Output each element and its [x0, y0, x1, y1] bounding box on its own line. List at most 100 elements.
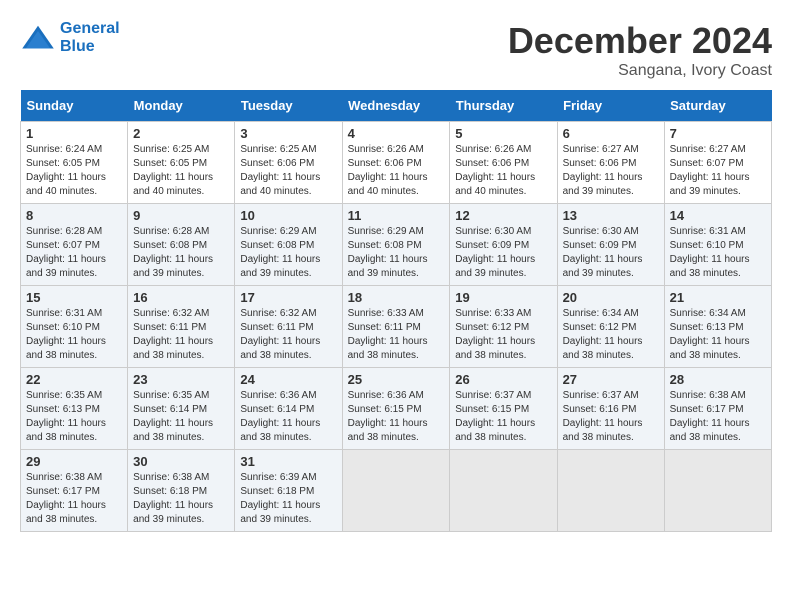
- day-number: 16: [133, 290, 229, 305]
- header-sunday: Sunday: [21, 90, 128, 122]
- calendar-week-5: 29 Sunrise: 6:38 AMSunset: 6:17 PMDayligh…: [21, 450, 772, 532]
- calendar-cell: 2 Sunrise: 6:25 AMSunset: 6:05 PMDaylight…: [128, 122, 235, 204]
- calendar-cell: 10 Sunrise: 6:29 AMSunset: 6:08 PMDayligh…: [235, 204, 342, 286]
- calendar-cell: 21Sunrise: 6:34 AMSunset: 6:13 PMDayligh…: [664, 286, 771, 368]
- day-info: Sunrise: 6:33 AMSunset: 6:11 PMDaylight:…: [348, 307, 445, 363]
- day-number: 8: [26, 208, 122, 223]
- day-info: Sunrise: 6:36 AMSunset: 6:15 PMDaylight:…: [348, 389, 445, 445]
- day-info: Sunrise: 6:28 AMSunset: 6:08 PMDaylight:…: [133, 225, 229, 281]
- calendar-cell: 11Sunrise: 6:29 AMSunset: 6:08 PMDayligh…: [342, 204, 450, 286]
- day-number: 12: [455, 208, 551, 223]
- day-info: Sunrise: 6:35 AMSunset: 6:13 PMDaylight:…: [26, 389, 122, 445]
- calendar-cell: [557, 450, 664, 532]
- day-info: Sunrise: 6:29 AMSunset: 6:08 PMDaylight:…: [348, 225, 445, 281]
- calendar-cell: 26Sunrise: 6:37 AMSunset: 6:15 PMDayligh…: [450, 368, 557, 450]
- day-info: Sunrise: 6:32 AMSunset: 6:11 PMDaylight:…: [240, 307, 336, 363]
- calendar-cell: 31 Sunrise: 6:39 AMSunset: 6:18 PMDayligh…: [235, 450, 342, 532]
- day-info: Sunrise: 6:30 AMSunset: 6:09 PMDaylight:…: [563, 225, 659, 281]
- calendar-cell: 1 Sunrise: 6:24 AMSunset: 6:05 PMDaylight…: [21, 122, 128, 204]
- calendar-cell: 12 Sunrise: 6:30 AMSunset: 6:09 PMDayligh…: [450, 204, 557, 286]
- header-saturday: Saturday: [664, 90, 771, 122]
- day-info: Sunrise: 6:37 AMSunset: 6:16 PMDaylight:…: [563, 389, 659, 445]
- calendar-cell: 13 Sunrise: 6:30 AMSunset: 6:09 PMDayligh…: [557, 204, 664, 286]
- day-info: Sunrise: 6:38 AMSunset: 6:18 PMDaylight:…: [133, 471, 229, 527]
- header-thursday: Thursday: [450, 90, 557, 122]
- day-number: 14: [670, 208, 766, 223]
- day-info: Sunrise: 6:26 AMSunset: 6:06 PMDaylight:…: [348, 143, 445, 199]
- day-info: Sunrise: 6:24 AMSunset: 6:05 PMDaylight:…: [26, 143, 122, 199]
- title-area: December 2024 Sangana, Ivory Coast: [508, 20, 772, 80]
- calendar-cell: 20Sunrise: 6:34 AMSunset: 6:12 PMDayligh…: [557, 286, 664, 368]
- calendar-cell: 29 Sunrise: 6:38 AMSunset: 6:17 PMDayligh…: [21, 450, 128, 532]
- day-number: 1: [26, 126, 122, 141]
- calendar-cell: 24 Sunrise: 6:36 AMSunset: 6:14 PMDayligh…: [235, 368, 342, 450]
- day-info: Sunrise: 6:35 AMSunset: 6:14 PMDaylight:…: [133, 389, 229, 445]
- day-info: Sunrise: 6:30 AMSunset: 6:09 PMDaylight:…: [455, 225, 551, 281]
- calendar-week-1: 1 Sunrise: 6:24 AMSunset: 6:05 PMDaylight…: [21, 122, 772, 204]
- day-number: 30: [133, 454, 229, 469]
- day-info: Sunrise: 6:29 AMSunset: 6:08 PMDaylight:…: [240, 225, 336, 281]
- logo-text: General Blue: [60, 20, 120, 56]
- calendar-cell: 19 Sunrise: 6:33 AMSunset: 6:12 PMDayligh…: [450, 286, 557, 368]
- day-number: 18: [348, 290, 445, 305]
- day-number: 13: [563, 208, 659, 223]
- calendar-cell: 17Sunrise: 6:32 AMSunset: 6:11 PMDayligh…: [235, 286, 342, 368]
- calendar-cell: 7 Sunrise: 6:27 AMSunset: 6:07 PMDaylight…: [664, 122, 771, 204]
- calendar-week-4: 22 Sunrise: 6:35 AMSunset: 6:13 PMDayligh…: [21, 368, 772, 450]
- day-number: 2: [133, 126, 229, 141]
- day-number: 5: [455, 126, 551, 141]
- calendar-cell: 22 Sunrise: 6:35 AMSunset: 6:13 PMDayligh…: [21, 368, 128, 450]
- day-number: 6: [563, 126, 659, 141]
- calendar-week-2: 8Sunrise: 6:28 AMSunset: 6:07 PMDaylight…: [21, 204, 772, 286]
- day-number: 27: [563, 372, 659, 387]
- day-number: 7: [670, 126, 766, 141]
- day-number: 20: [563, 290, 659, 305]
- calendar-cell: 3Sunrise: 6:25 AMSunset: 6:06 PMDaylight…: [235, 122, 342, 204]
- day-number: 9: [133, 208, 229, 223]
- day-info: Sunrise: 6:31 AMSunset: 6:10 PMDaylight:…: [670, 225, 766, 281]
- day-number: 3: [240, 126, 336, 141]
- logo-icon: [20, 24, 56, 52]
- day-info: Sunrise: 6:38 AMSunset: 6:17 PMDaylight:…: [670, 389, 766, 445]
- day-number: 4: [348, 126, 445, 141]
- day-number: 24: [240, 372, 336, 387]
- header-monday: Monday: [128, 90, 235, 122]
- calendar-cell: 18 Sunrise: 6:33 AMSunset: 6:11 PMDayligh…: [342, 286, 450, 368]
- calendar-cell: 27 Sunrise: 6:37 AMSunset: 6:16 PMDayligh…: [557, 368, 664, 450]
- weekday-header-row: Sunday Monday Tuesday Wednesday Thursday…: [21, 90, 772, 122]
- day-number: 23: [133, 372, 229, 387]
- calendar-cell: 15 Sunrise: 6:31 AMSunset: 6:10 PMDayligh…: [21, 286, 128, 368]
- calendar-cell: 23 Sunrise: 6:35 AMSunset: 6:14 PMDayligh…: [128, 368, 235, 450]
- day-number: 28: [670, 372, 766, 387]
- calendar-cell: 16 Sunrise: 6:32 AMSunset: 6:11 PMDayligh…: [128, 286, 235, 368]
- day-number: 21: [670, 290, 766, 305]
- day-number: 19: [455, 290, 551, 305]
- calendar-cell: 9 Sunrise: 6:28 AMSunset: 6:08 PMDaylight…: [128, 204, 235, 286]
- day-number: 31: [240, 454, 336, 469]
- day-info: Sunrise: 6:31 AMSunset: 6:10 PMDaylight:…: [26, 307, 122, 363]
- month-title: December 2024: [508, 20, 772, 62]
- day-info: Sunrise: 6:26 AMSunset: 6:06 PMDaylight:…: [455, 143, 551, 199]
- day-info: Sunrise: 6:27 AMSunset: 6:07 PMDaylight:…: [670, 143, 766, 199]
- calendar-cell: 14 Sunrise: 6:31 AMSunset: 6:10 PMDayligh…: [664, 204, 771, 286]
- day-info: Sunrise: 6:38 AMSunset: 6:17 PMDaylight:…: [26, 471, 122, 527]
- day-number: 10: [240, 208, 336, 223]
- location: Sangana, Ivory Coast: [508, 62, 772, 80]
- calendar-week-3: 15 Sunrise: 6:31 AMSunset: 6:10 PMDayligh…: [21, 286, 772, 368]
- day-number: 25: [348, 372, 445, 387]
- day-info: Sunrise: 6:39 AMSunset: 6:18 PMDaylight:…: [240, 471, 336, 527]
- day-info: Sunrise: 6:27 AMSunset: 6:06 PMDaylight:…: [563, 143, 659, 199]
- day-info: Sunrise: 6:36 AMSunset: 6:14 PMDaylight:…: [240, 389, 336, 445]
- calendar-cell: 30 Sunrise: 6:38 AMSunset: 6:18 PMDayligh…: [128, 450, 235, 532]
- day-info: Sunrise: 6:25 AMSunset: 6:05 PMDaylight:…: [133, 143, 229, 199]
- calendar-cell: 8Sunrise: 6:28 AMSunset: 6:07 PMDaylight…: [21, 204, 128, 286]
- day-number: 15: [26, 290, 122, 305]
- calendar-cell: [342, 450, 450, 532]
- day-number: 29: [26, 454, 122, 469]
- day-number: 26: [455, 372, 551, 387]
- day-info: Sunrise: 6:32 AMSunset: 6:11 PMDaylight:…: [133, 307, 229, 363]
- day-number: 22: [26, 372, 122, 387]
- calendar-cell: 6 Sunrise: 6:27 AMSunset: 6:06 PMDaylight…: [557, 122, 664, 204]
- day-info: Sunrise: 6:33 AMSunset: 6:12 PMDaylight:…: [455, 307, 551, 363]
- calendar-table: Sunday Monday Tuesday Wednesday Thursday…: [20, 90, 772, 532]
